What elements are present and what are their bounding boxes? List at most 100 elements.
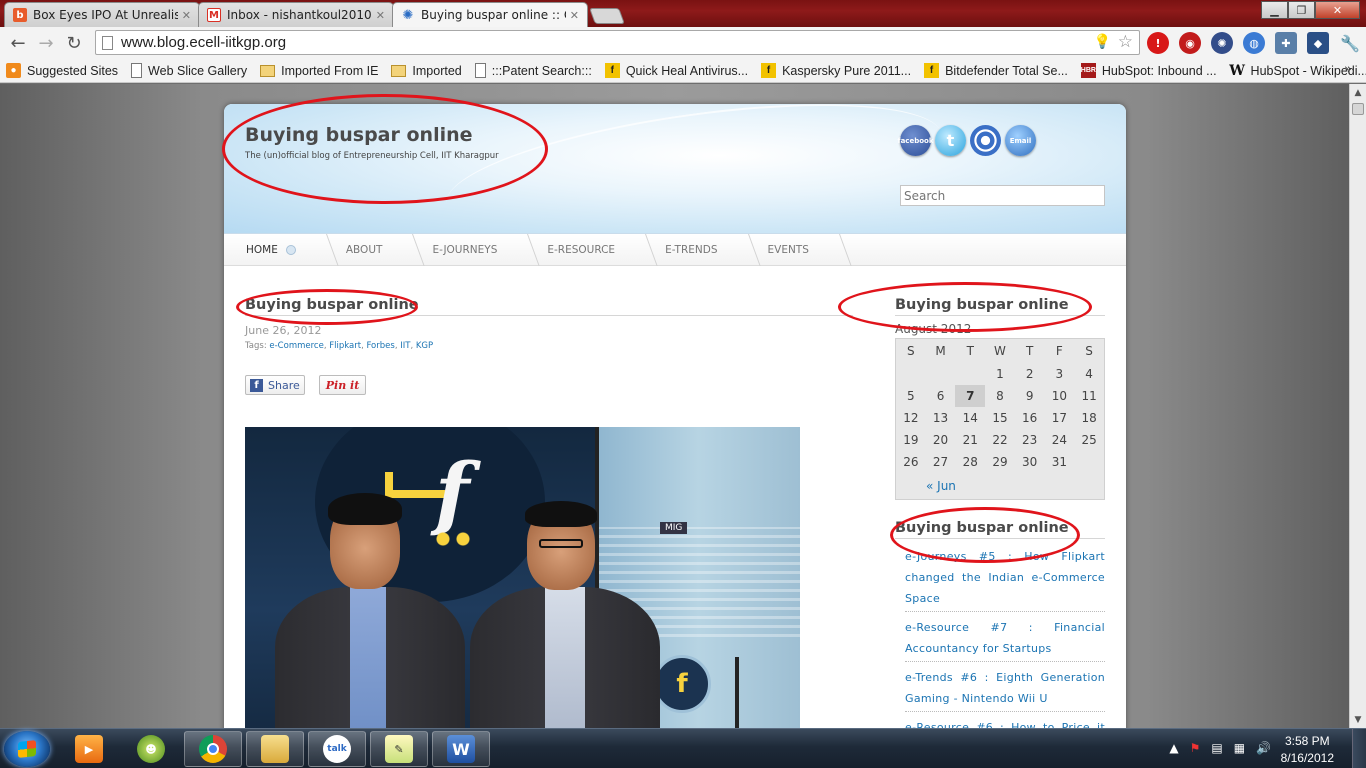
show-hidden-icons-icon[interactable]: ▲ [1169, 741, 1178, 755]
bookmark-imported[interactable]: Imported [391, 64, 462, 78]
bookmark-hubspot-inbound[interactable]: HBR HubSpot: Inbound ... [1081, 63, 1217, 78]
reload-button[interactable]: ↻ [60, 29, 88, 57]
facebook-share-button[interactable]: f Share [245, 375, 305, 395]
taskbar-clock[interactable]: 3:58 PM 8/16/2012 [1281, 733, 1334, 767]
calendar-widget-title: Buying buspar online [895, 297, 1105, 316]
nav-e-resource[interactable]: E-RESOURCE [522, 234, 640, 266]
tab-strip: b Box Eyes IPO At Unrealistic ✕ M Inbox … [4, 2, 625, 27]
calendar-day [926, 363, 956, 385]
folder-explorer-icon [261, 735, 289, 763]
recent-posts-list: e-Journeys #5 : How Flipkart changed the… [895, 541, 1105, 728]
start-button[interactable] [4, 731, 50, 767]
bookmark-patent-search[interactable]: :::Patent Search::: [474, 63, 592, 78]
tab-blog-active[interactable]: ✺ Buying buspar online :: Ord ✕ [392, 2, 588, 27]
tag-link[interactable]: IIT [400, 341, 410, 351]
recent-post-link[interactable]: e-Resource #6 : How to Price it Right - … [905, 712, 1105, 728]
bookmark-suggested-sites[interactable]: ● Suggested Sites [6, 63, 118, 78]
close-tab-icon[interactable]: ✕ [182, 9, 191, 22]
nav-e-trends[interactable]: E-TRENDS [640, 234, 742, 266]
browser-toolbar: ← → ↻ www.blog.ecell-iitkgp.org 💡 ☆ ! ◉ … [0, 27, 1366, 59]
search-input[interactable] [900, 185, 1105, 206]
taskbar-media-player[interactable]: ▶ [60, 731, 118, 767]
calendar-day: 17 [1051, 411, 1067, 425]
back-button[interactable]: ← [4, 29, 32, 57]
tag-link[interactable]: Forbes [366, 341, 394, 351]
page-scrollbar[interactable]: ▲ ▼ [1349, 84, 1366, 728]
taskbar-word[interactable]: W [432, 731, 490, 767]
chrome-icon [199, 735, 227, 763]
calendar-day: 5 [907, 389, 915, 403]
close-window-button[interactable]: ✕ [1315, 1, 1360, 19]
forward-button[interactable]: → [32, 29, 60, 57]
feed-icon[interactable] [970, 125, 1001, 156]
lightbulb-icon[interactable]: 💡 [1094, 34, 1111, 50]
new-tab-button[interactable] [589, 8, 625, 24]
calendar-day: 26 [903, 455, 919, 469]
calendar-week-row: 19 20 21 22 23 24 25 [896, 429, 1104, 451]
recent-post-link[interactable]: e-Resource #7 : Financial Accountancy fo… [905, 612, 1105, 662]
taskbar-notepad[interactable]: ✎ [370, 731, 428, 767]
nav-events[interactable]: EVENTS [743, 234, 834, 266]
scroll-down-arrow-icon[interactable]: ▼ [1350, 711, 1366, 728]
calendar-prev-month-link[interactable]: « Jun [896, 473, 1104, 499]
opera-like-icon[interactable]: ◉ [1179, 32, 1201, 54]
taskbar-chrome[interactable] [184, 731, 242, 767]
bookmark-quick-heal[interactable]: f Quick Heal Antivirus... [604, 63, 748, 78]
extension-badge-icon[interactable]: ◆ [1307, 32, 1329, 54]
device-icon[interactable]: ▤ [1211, 741, 1222, 755]
address-bar[interactable]: www.blog.ecell-iitkgp.org 💡 ☆ [95, 30, 1140, 55]
calendar-week-row: 5 6 7 8 9 10 11 [896, 385, 1104, 407]
nav-about[interactable]: ABOUT [321, 234, 408, 266]
close-tab-icon[interactable]: ✕ [570, 9, 579, 22]
tag-link[interactable]: KGP [416, 341, 433, 351]
tag-link[interactable]: Flipkart [329, 341, 361, 351]
taskbar-messenger[interactable]: ☻ [122, 731, 180, 767]
network-icon[interactable]: ▦ [1234, 741, 1245, 755]
action-center-flag-icon[interactable]: ⚑ [1190, 741, 1201, 755]
tag-link[interactable]: e-Commerce [269, 341, 323, 351]
bookmark-bitdefender[interactable]: f Bitdefender Total Se... [924, 63, 1068, 78]
show-desktop-button[interactable] [1352, 729, 1366, 768]
nav-e-journeys[interactable]: E-JOURNEYS [407, 234, 522, 266]
scroll-up-arrow-icon[interactable]: ▲ [1350, 84, 1366, 101]
scroll-thumb[interactable] [1352, 103, 1364, 115]
taskbar-explorer[interactable] [246, 731, 304, 767]
calendar-week-row: 26 27 28 29 30 31 [896, 451, 1104, 473]
calendar-day: 25 [1081, 433, 1097, 447]
recent-post-link[interactable]: e-Journeys #5 : How Flipkart changed the… [905, 541, 1105, 612]
nav-home[interactable]: HOME [224, 234, 321, 266]
person-right [465, 497, 665, 728]
twitter-icon[interactable]: t [935, 125, 966, 156]
adblock-icon[interactable]: ! [1147, 32, 1169, 54]
bookmark-kaspersky[interactable]: f Kaspersky Pure 2011... [761, 63, 911, 78]
recent-posts-title: Buying buspar online [895, 520, 1105, 539]
tab-box-ipo[interactable]: b Box Eyes IPO At Unrealistic ✕ [4, 2, 200, 27]
facebook-icon[interactable]: facebook [898, 125, 933, 156]
email-icon[interactable]: Email [1005, 125, 1036, 156]
weekday-label: F [1055, 344, 1063, 358]
globe-icon[interactable]: ◍ [1243, 32, 1265, 54]
pinterest-button[interactable]: Pin it [318, 375, 367, 395]
wrench-icon[interactable]: 🔧 [1339, 32, 1361, 54]
tab-gmail-inbox[interactable]: M Inbox - nishantkoul2010@g ✕ [198, 2, 394, 27]
volume-icon[interactable]: 🔊 [1256, 741, 1271, 755]
site-title[interactable]: Buying buspar online [245, 124, 473, 146]
bookmarks-more-button[interactable]: » [1344, 62, 1352, 77]
puzzle-icon[interactable]: ✚ [1275, 32, 1297, 54]
restore-button[interactable]: ❐ [1288, 1, 1315, 19]
bookmark-imported-from-ie[interactable]: Imported From IE [260, 64, 378, 78]
calendar-caption: August 2012 [895, 322, 972, 336]
bookmark-star-icon[interactable]: ☆ [1118, 32, 1133, 52]
taskbar-google-talk[interactable]: talk [308, 731, 366, 767]
google-talk-icon: talk [323, 735, 351, 763]
calendar-day: 20 [932, 433, 949, 447]
post-content: Buying buspar online June 26, 2012 Tags:… [245, 297, 853, 728]
post-title[interactable]: Buying buspar online [245, 297, 853, 316]
calendar-day: 28 [962, 455, 978, 469]
iit-logo-icon[interactable]: ✺ [1211, 32, 1233, 54]
recent-post-link[interactable]: e-Trends #6 : Eighth Generation Gaming -… [905, 662, 1105, 712]
bookmark-web-slice-gallery[interactable]: Web Slice Gallery [131, 63, 247, 78]
minimize-button[interactable]: ▁ [1261, 1, 1288, 19]
close-tab-icon[interactable]: ✕ [376, 9, 385, 22]
calendar-day: 11 [1081, 389, 1097, 403]
